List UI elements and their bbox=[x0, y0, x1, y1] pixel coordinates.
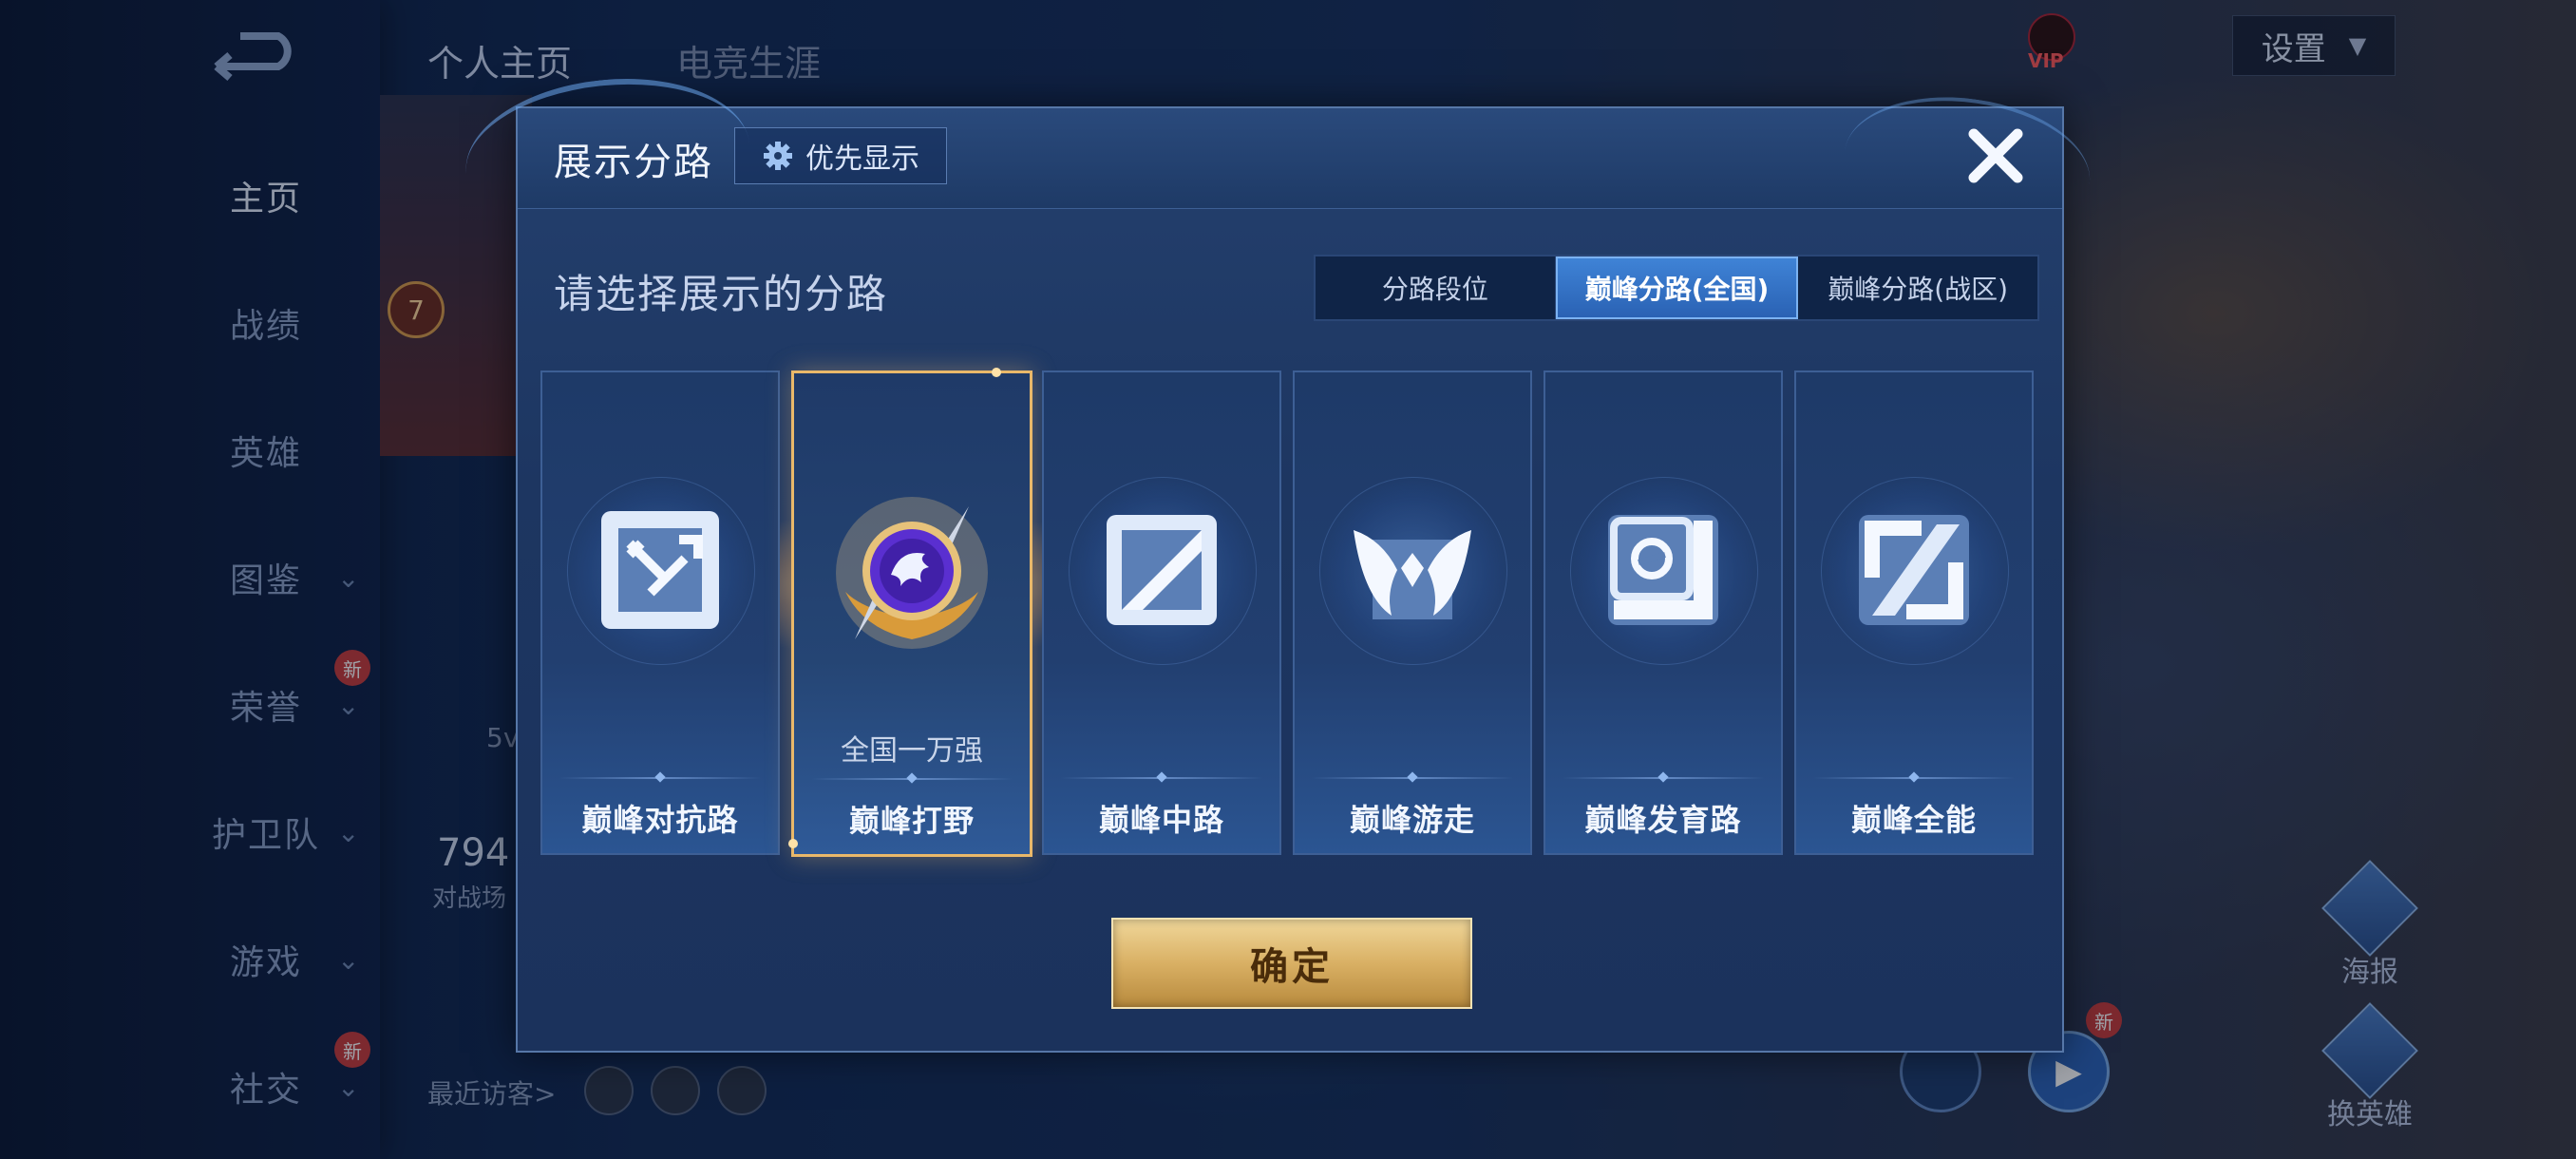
tab-peak-lane-region[interactable]: 巅峰分路(战区) bbox=[1798, 256, 2037, 319]
card-divider bbox=[1813, 777, 2015, 779]
priority-display-label: 优先显示 bbox=[805, 142, 919, 176]
tab-lane-rank[interactable]: 分路段位 bbox=[1316, 256, 1556, 319]
card-divider bbox=[1563, 777, 1764, 779]
corner-sparkle bbox=[992, 368, 1001, 377]
lane-display-dialog: 展示分路 优先显示 请选择展示的分路 分路段位 巅峰分路(全国) 巅峰分路(战区… bbox=[458, 65, 2099, 1053]
lane-label: 巅峰中路 bbox=[1098, 802, 1224, 838]
dialog-header: 展示分路 优先显示 bbox=[458, 65, 2099, 253]
lane-label: 巅峰对抗路 bbox=[581, 802, 739, 838]
card-divider bbox=[559, 777, 761, 779]
confirm-button[interactable]: 确定 bbox=[1111, 918, 1472, 1009]
mid-lane-icon bbox=[1107, 515, 1217, 625]
roam-wings-icon bbox=[1354, 530, 1471, 619]
card-divider bbox=[811, 778, 1013, 780]
dialog-title: 展示分路 bbox=[554, 141, 713, 184]
priority-display-button[interactable]: 优先显示 bbox=[734, 127, 947, 184]
farm-lane-icon bbox=[1608, 515, 1718, 625]
all-round-icon bbox=[1859, 515, 1969, 625]
card-divider bbox=[1061, 777, 1262, 779]
close-button[interactable] bbox=[1958, 118, 2034, 194]
gear-icon bbox=[764, 142, 792, 170]
tab-peak-lane-national[interactable]: 巅峰分路(全国) bbox=[1555, 256, 1799, 319]
lane-card-mid[interactable]: 巅峰中路 bbox=[1042, 370, 1281, 855]
close-icon bbox=[1968, 128, 2023, 183]
lane-label: 巅峰打野 bbox=[848, 803, 975, 839]
dialog-subtitle: 请选择展示的分路 bbox=[554, 271, 889, 317]
lane-label: 巅峰游走 bbox=[1349, 802, 1475, 838]
lane-card-list: 巅峰对抗路 全国一万强 巅峰打野 巅峰中路 巅峰游走 巅峰发育路 巅峰全能 bbox=[540, 368, 2041, 857]
card-divider bbox=[1312, 777, 1513, 779]
lane-card-roam[interactable]: 巅峰游走 bbox=[1293, 370, 1532, 855]
lane-label: 巅峰发育路 bbox=[1584, 802, 1742, 838]
clash-lane-icon bbox=[601, 511, 719, 629]
lane-label: 巅峰全能 bbox=[1850, 802, 1977, 838]
lane-card-jungle[interactable]: 全国一万强 巅峰打野 bbox=[788, 368, 1032, 857]
lane-card-farm[interactable]: 巅峰发育路 bbox=[1544, 370, 1783, 855]
jungle-dragon-emblem-icon bbox=[836, 497, 988, 649]
rank-text: 全国一万强 bbox=[841, 734, 983, 768]
lane-card-all-round[interactable]: 巅峰全能 bbox=[1794, 370, 2034, 855]
lane-card-clash[interactable]: 巅峰对抗路 bbox=[540, 370, 780, 855]
lane-source-tabs: 分路段位 巅峰分路(全国) 巅峰分路(战区) bbox=[1314, 255, 2039, 321]
